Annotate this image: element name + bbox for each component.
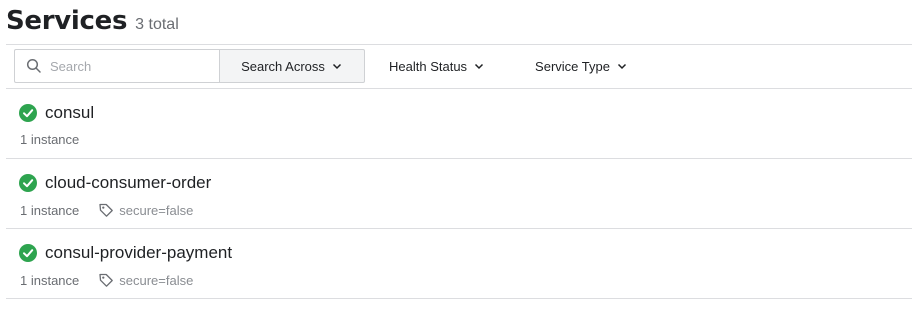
service-name-line: consul [19, 103, 94, 123]
service-name[interactable]: cloud-consumer-order [45, 173, 211, 193]
page-header: Services 3 total [6, 6, 179, 36]
search-across-label: Search Across [241, 58, 325, 74]
instance-count: 1 instance [20, 272, 80, 288]
service-name-line: consul-provider-payment [19, 243, 232, 263]
services-page: Services 3 total Search Across Health St… [0, 0, 912, 315]
service-name-line: cloud-consumer-order [19, 173, 211, 193]
service-type-dropdown[interactable]: Service Type [535, 49, 628, 83]
health-passing-icon [19, 104, 37, 122]
health-passing-icon [19, 244, 37, 262]
chevron-down-icon [617, 63, 626, 70]
search-box[interactable] [14, 49, 219, 83]
service-name[interactable]: consul [45, 103, 94, 123]
search-input[interactable] [50, 58, 210, 74]
tag-icon [99, 203, 114, 217]
instance-count: 1 instance [20, 132, 80, 147]
header-divider [6, 44, 912, 45]
service-list: consul 1 instance cloud-consumer-order 1… [6, 89, 912, 299]
service-row-cloud-consumer-order[interactable]: cloud-consumer-order 1 instance secure=f… [6, 159, 912, 229]
health-status-dropdown[interactable]: Health Status [389, 49, 485, 83]
service-meta: 1 instance secure=false [20, 202, 193, 218]
service-row-consul-provider-payment[interactable]: consul-provider-payment 1 instance secur… [6, 229, 912, 299]
service-name[interactable]: consul-provider-payment [45, 243, 232, 263]
service-meta: 1 instance [20, 132, 79, 147]
health-status-label: Health Status [389, 58, 468, 74]
service-meta: 1 instance secure=false [20, 272, 193, 288]
health-passing-icon [19, 174, 37, 192]
service-count: 3 total [135, 16, 179, 33]
search-icon [26, 58, 41, 73]
instance-count: 1 instance [20, 202, 80, 218]
tag-icon [99, 273, 114, 287]
service-row-consul[interactable]: consul 1 instance [6, 89, 912, 159]
service-tag: secure=false [119, 272, 194, 288]
service-type-label: Service Type [535, 58, 610, 74]
chevron-down-icon [475, 63, 484, 70]
search-across-dropdown[interactable]: Search Across [219, 49, 365, 83]
chevron-down-icon [332, 63, 341, 70]
service-tag: secure=false [119, 202, 194, 218]
filter-bar: Search Across Health Status Service Type [14, 49, 628, 83]
page-title: Services [6, 6, 128, 36]
